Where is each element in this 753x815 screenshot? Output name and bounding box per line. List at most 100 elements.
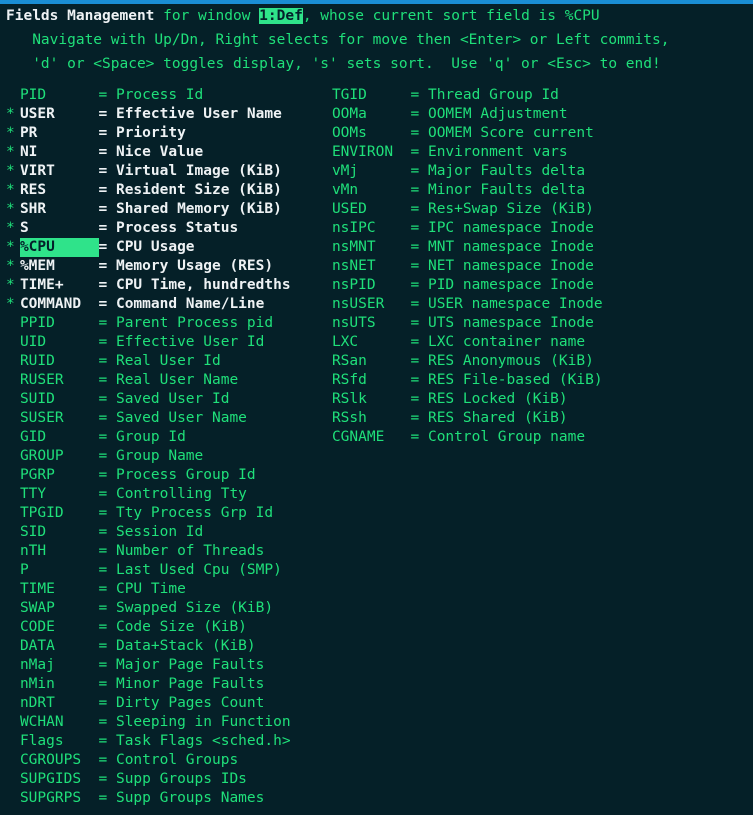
field-name: SID — [19, 524, 47, 540]
field-name: PGRP — [19, 467, 55, 483]
equals-separator: = — [98, 581, 116, 597]
field-row[interactable]: ENVIRON = Environment vars — [318, 143, 748, 162]
field-row[interactable]: COMMAND = Command Name/Line — [6, 295, 316, 314]
field-name: nsPID — [331, 277, 376, 293]
field-name: SUSER — [19, 410, 64, 426]
field-description: Effective User Id — [115, 334, 265, 350]
field-description: Thread Group Id — [427, 87, 559, 103]
field-row[interactable]: nMin = Minor Page Faults — [6, 675, 316, 694]
field-row[interactable]: LXC = LXC container name — [318, 333, 748, 352]
field-description: Major Page Faults — [115, 657, 265, 673]
equals-separator: = — [98, 676, 116, 692]
field-row[interactable]: nDRT = Dirty Pages Count — [6, 694, 316, 713]
equals-separator: = — [98, 695, 116, 711]
equals-separator: = — [98, 619, 116, 635]
field-name: nMaj — [19, 657, 55, 673]
field-row[interactable]: SHR = Shared Memory (KiB) — [6, 200, 316, 219]
field-row[interactable]: Flags = Task Flags <sched.h> — [6, 732, 316, 751]
field-row[interactable]: GROUP = Group Name — [6, 447, 316, 466]
field-row[interactable]: SUPGRPS = Supp Groups Names — [6, 789, 316, 808]
terminal-content: Fields Management for window 1:Def, whos… — [0, 4, 753, 806]
field-row[interactable]: RUID = Real User Id — [6, 352, 316, 371]
field-name: OOMs — [331, 125, 367, 141]
field-row[interactable]: RUSER = Real User Name — [6, 371, 316, 390]
field-name: P — [19, 562, 29, 578]
field-row[interactable]: TGID = Thread Group Id — [318, 86, 748, 105]
field-row[interactable]: nsMNT = MNT namespace Inode — [318, 238, 748, 257]
field-row[interactable]: nsUTS = UTS namespace Inode — [318, 314, 748, 333]
field-row[interactable]: RSan = RES Anonymous (KiB) — [318, 352, 748, 371]
field-description: RES File-based (KiB) — [427, 372, 603, 388]
field-description: MNT namespace Inode — [427, 239, 594, 255]
field-row[interactable]: PPID = Parent Process pid — [6, 314, 316, 333]
field-name: nsIPC — [331, 220, 376, 236]
field-row[interactable]: TIME = CPU Time — [6, 580, 316, 599]
field-row[interactable]: %CPU= CPU Usage — [6, 238, 316, 257]
field-enabled-marker-icon — [6, 219, 20, 238]
field-row[interactable]: OOMa = OOMEM Adjustment — [318, 105, 748, 124]
equals-separator: = — [410, 144, 428, 160]
field-row[interactable]: TIME+ = CPU Time, hundredths — [6, 276, 316, 295]
field-row[interactable]: PR = Priority — [6, 124, 316, 143]
field-row[interactable]: %MEM = Memory Usage (RES) — [6, 257, 316, 276]
field-name: SUPGRPS — [19, 790, 82, 806]
field-description: Resident Size (KiB) — [115, 182, 282, 198]
field-row[interactable]: nTH = Number of Threads — [6, 542, 316, 561]
equals-separator: = — [98, 144, 116, 160]
field-row[interactable]: nsUSER = USER namespace Inode — [318, 295, 748, 314]
field-description: Sleeping in Function — [115, 714, 291, 730]
field-row[interactable]: DATA = Data+Stack (KiB) — [6, 637, 316, 656]
field-row[interactable]: SUSER = Saved User Name — [6, 409, 316, 428]
field-name: nsNET — [331, 258, 376, 274]
field-row[interactable]: RSsh = RES Shared (KiB) — [318, 409, 748, 428]
window-tag-badge[interactable]: 1:Def — [259, 8, 303, 24]
field-row[interactable]: USER = Effective User Name — [6, 105, 316, 124]
field-row[interactable]: CGROUPS = Control Groups — [6, 751, 316, 770]
field-row[interactable]: nsNET = NET namespace Inode — [318, 257, 748, 276]
field-row[interactable]: vMj = Major Faults delta — [318, 162, 748, 181]
equals-separator: = — [410, 391, 428, 407]
field-row[interactable]: nMaj = Major Page Faults — [6, 656, 316, 675]
field-row[interactable]: PID = Process Id — [6, 86, 316, 105]
field-row[interactable]: USED = Res+Swap Size (KiB) — [318, 200, 748, 219]
field-row[interactable]: CODE = Code Size (KiB) — [6, 618, 316, 637]
field-row[interactable]: vMn = Minor Faults delta — [318, 181, 748, 200]
field-row[interactable]: UID = Effective User Id — [6, 333, 316, 352]
equals-separator: = — [98, 714, 116, 730]
field-row[interactable]: NI = Nice Value — [6, 143, 316, 162]
equals-separator: = — [410, 125, 428, 141]
field-row[interactable]: VIRT = Virtual Image (KiB) — [6, 162, 316, 181]
equals-separator: = — [98, 410, 116, 426]
field-name: USED — [331, 201, 367, 217]
field-row[interactable]: SWAP = Swapped Size (KiB) — [6, 599, 316, 618]
field-row[interactable]: nsPID = PID namespace Inode — [318, 276, 748, 295]
field-row[interactable]: RES = Resident Size (KiB) — [6, 181, 316, 200]
field-row[interactable]: TPGID = Tty Process Grp Id — [6, 504, 316, 523]
field-row[interactable]: P = Last Used Cpu (SMP) — [6, 561, 316, 580]
field-row[interactable]: PGRP = Process Group Id — [6, 466, 316, 485]
equals-separator: = — [98, 106, 116, 122]
field-row[interactable]: RSlk = RES Locked (KiB) — [318, 390, 748, 409]
equals-separator: = — [410, 163, 428, 179]
field-row[interactable]: SID = Session Id — [6, 523, 316, 542]
field-row[interactable]: OOMs = OOMEM Score current — [318, 124, 748, 143]
field-row[interactable]: TTY = Controlling Tty — [6, 485, 316, 504]
field-row[interactable]: SUID = Saved User Id — [6, 390, 316, 409]
field-description: Controlling Tty — [115, 486, 247, 502]
equals-separator: = — [98, 600, 116, 616]
equals-separator: = — [98, 733, 116, 749]
field-description: OOMEM Adjustment — [427, 106, 568, 122]
field-name: TIME — [19, 581, 55, 597]
field-row[interactable]: WCHAN = Sleeping in Function — [6, 713, 316, 732]
field-description: Group Name — [115, 448, 204, 464]
field-row[interactable]: SUPGIDS = Supp Groups IDs — [6, 770, 316, 789]
field-row[interactable]: nsIPC = IPC namespace Inode — [318, 219, 748, 238]
equals-separator: = — [410, 239, 428, 255]
field-row[interactable]: RSfd = RES File-based (KiB) — [318, 371, 748, 390]
field-row[interactable]: S = Process Status — [6, 219, 316, 238]
equals-separator: = — [410, 182, 428, 198]
field-row[interactable]: CGNAME = Control Group name — [318, 428, 748, 447]
field-description: UTS namespace Inode — [427, 315, 594, 331]
field-row[interactable]: GID = Group Id — [6, 428, 316, 447]
field-name: RSlk — [331, 391, 367, 407]
